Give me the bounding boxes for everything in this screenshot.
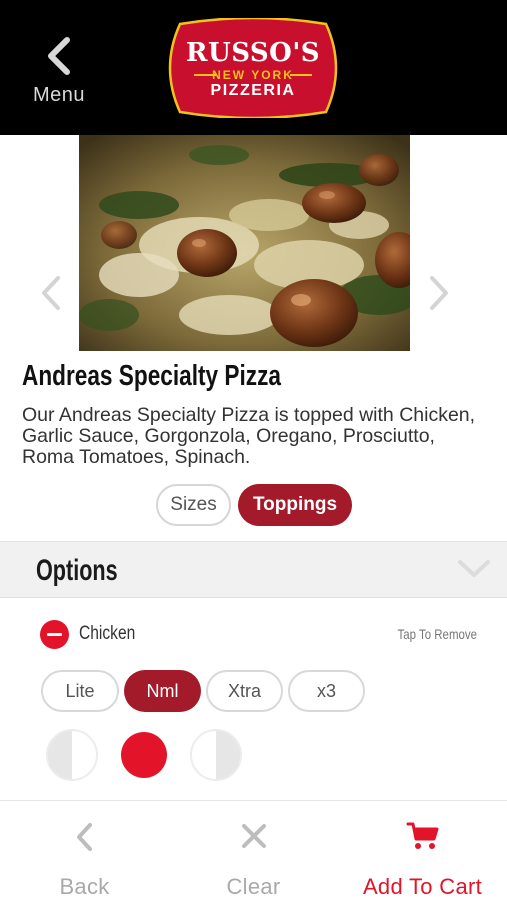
- close-icon: [241, 824, 266, 848]
- chevron-down-icon: [458, 560, 490, 577]
- remove-icon[interactable]: [40, 620, 69, 649]
- product-description: Our Andreas Specialty Pizza is topped wi…: [22, 404, 476, 468]
- options-title: Options: [36, 554, 118, 587]
- chevron-left-icon: [76, 823, 92, 851]
- left-half-portion-button[interactable]: [46, 729, 98, 781]
- right-half-portion-button[interactable]: [190, 729, 242, 781]
- tab-toppings[interactable]: Toppings: [238, 484, 352, 526]
- carousel-next-button[interactable]: [426, 273, 452, 313]
- add-to-cart-label: Add To Cart: [362, 874, 483, 899]
- russos-logo: RUSSO'S NEW YORK PIZZERIA: [160, 18, 346, 118]
- bottom-toolbar: Back Clear Add To Cart: [0, 800, 507, 900]
- add-to-cart-button[interactable]: Add To Cart: [338, 801, 507, 900]
- amount-extra-button[interactable]: Xtra: [206, 670, 283, 712]
- pizza-photo: [79, 135, 410, 351]
- whole-portion-button[interactable]: [121, 732, 167, 778]
- menu-button[interactable]: Menu: [22, 36, 96, 116]
- cart-icon: [406, 822, 438, 849]
- back-button[interactable]: Back: [0, 801, 169, 900]
- amount-lite-button[interactable]: Lite: [41, 670, 119, 712]
- product-image-carousel: [0, 135, 507, 351]
- amount-triple-button[interactable]: x3: [288, 670, 365, 712]
- chevron-right-icon: [430, 276, 448, 310]
- clear-label: Clear: [226, 874, 281, 899]
- logo-rule-right: [290, 74, 312, 76]
- tab-sizes[interactable]: Sizes: [156, 484, 231, 526]
- options-section-header[interactable]: Options: [0, 541, 507, 598]
- logo-line-2: NEW YORK: [212, 68, 294, 82]
- logo-line-1: RUSSO'S: [185, 38, 321, 68]
- logo-line-3: PIZZERIA: [210, 82, 296, 99]
- carousel-prev-button[interactable]: [38, 273, 64, 313]
- app-header: Menu RUSSO'S NEW YORK PIZZERIA: [0, 0, 507, 135]
- topping-name: Chicken: [79, 623, 136, 644]
- tap-to-remove-hint: Tap To Remove: [397, 626, 477, 642]
- amount-normal-button[interactable]: Nml: [124, 670, 201, 712]
- chevron-left-icon: [48, 37, 70, 75]
- clear-button[interactable]: Clear: [169, 801, 338, 900]
- menu-label: Menu: [32, 84, 86, 106]
- product-title: Andreas Specialty Pizza: [22, 360, 281, 392]
- topping-row: Chicken Tap To Remove: [0, 610, 507, 656]
- chevron-left-icon: [42, 276, 60, 310]
- back-label: Back: [59, 874, 110, 899]
